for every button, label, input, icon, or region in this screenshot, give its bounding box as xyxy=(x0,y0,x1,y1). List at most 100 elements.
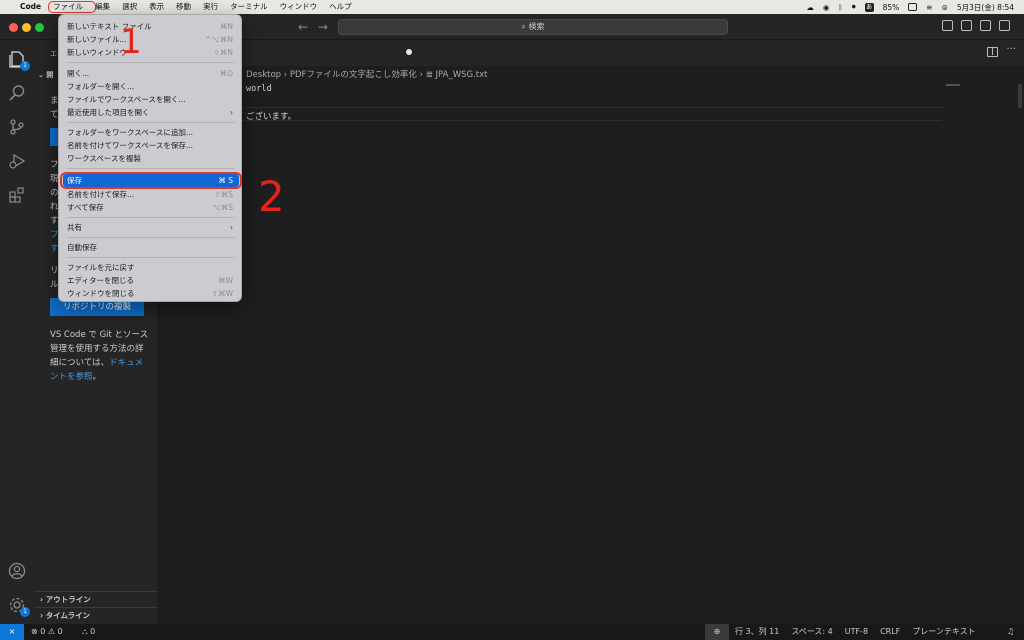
menu-file[interactable]: ファイル xyxy=(47,0,97,14)
menu-item-label: 名前を付けて保存... xyxy=(67,190,135,199)
problems-indicator[interactable]: ⊗ 0 ⚠ 0 xyxy=(31,624,63,640)
menu-item-label: フォルダーをワークスペースに追加... xyxy=(67,128,194,137)
toggle-secondary-sidebar-icon[interactable] xyxy=(980,20,991,31)
minimize-window-button[interactable] xyxy=(22,23,31,32)
menu-view[interactable]: 表示 xyxy=(143,0,170,14)
extensions-icon[interactable] xyxy=(8,186,26,204)
apple-icon[interactable] xyxy=(0,0,18,14)
text-editor[interactable]: world ございます。 xyxy=(158,80,1024,624)
menu-item-label: エディターを閉じる xyxy=(67,276,134,285)
menu-item-save-workspace-as[interactable]: 名前を付けてワークスペースを保存... xyxy=(63,139,239,152)
outline-label: アウトライン xyxy=(45,595,91,604)
menu-item-save-all[interactable]: すべて保存 ⌥⌘S xyxy=(63,201,239,214)
wifi-icon[interactable]: ≋ xyxy=(926,3,932,12)
menu-item-new-text-file[interactable]: 新しいテキスト ファイル ⌘N xyxy=(63,20,239,33)
cursor-position[interactable]: 行 3、列 11 xyxy=(735,624,779,640)
screen-share-icon[interactable]: ◉ xyxy=(823,3,830,12)
source-control-icon[interactable] xyxy=(8,118,26,136)
menu-item-new-file[interactable]: 新しいファイル... ^⌥⌘N xyxy=(63,33,239,46)
menu-item-share[interactable]: 共有 › xyxy=(63,221,239,234)
sidebar-section-label: 開 xyxy=(46,71,54,79)
menu-item-label: すべて保存 xyxy=(67,203,104,212)
menu-window[interactable]: ウィンドウ xyxy=(274,0,324,14)
notifications-bell-icon[interactable]: ♫ xyxy=(1007,624,1014,640)
menu-item-shortcut: ⌥⌘S xyxy=(212,203,233,212)
unsaved-dot-icon[interactable] xyxy=(406,49,412,55)
menu-item-save-as[interactable]: 名前を付けて保存... ⇧⌘S xyxy=(63,188,239,201)
record-icon[interactable]: ⏺ xyxy=(852,2,856,12)
search-icon[interactable] xyxy=(8,84,26,102)
menu-item-auto-save[interactable]: 自動保存 xyxy=(63,241,239,254)
indentation[interactable]: スペース: 4 xyxy=(791,624,832,640)
menu-item-close-editor[interactable]: エディターを閉じる ⌘W xyxy=(63,274,239,287)
menu-item-duplicate-workspace[interactable]: ワークスペースを複製 xyxy=(63,152,239,165)
menu-go[interactable]: 移動 xyxy=(170,0,197,14)
menu-item-shortcut: ⇧⌘S xyxy=(214,190,233,199)
sidebar-section-header[interactable]: ⌄ 開 xyxy=(38,70,53,80)
menu-item-label: フォルダーを開く... xyxy=(67,82,135,91)
forward-arrow-icon[interactable]: → xyxy=(318,20,328,34)
menu-selection[interactable]: 選択 xyxy=(116,0,143,14)
explorer-icon[interactable]: 1 xyxy=(8,50,30,71)
menu-item-shortcut: ⌘N xyxy=(219,22,233,31)
status-bar: ⨯ ⊗ 0 ⚠ 0 ⛬ 0 ⊕ 行 3、列 11 スペース: 4 UTF-8 C… xyxy=(0,624,1024,640)
split-editor-icon[interactable] xyxy=(987,47,998,57)
menu-item-label: ファイルを元に戻す xyxy=(67,263,135,272)
settings-gear-icon[interactable]: 1 xyxy=(8,596,30,617)
menu-item-label: ウィンドウを閉じる xyxy=(67,289,135,298)
menu-separator xyxy=(67,257,235,258)
encoding[interactable]: UTF-8 xyxy=(845,624,868,640)
menu-item-open-folder[interactable]: フォルダーを開く... xyxy=(63,80,239,93)
menu-item-shortcut: ⇧⌘W xyxy=(211,289,233,298)
account-icon[interactable] xyxy=(8,562,26,580)
minimap[interactable] xyxy=(946,84,960,86)
run-debug-icon[interactable] xyxy=(8,152,26,170)
menu-item-shortcut: ^⌥⌘N xyxy=(204,35,233,44)
menu-item-new-window[interactable]: 新しいウィンドウ ⇧⌘N xyxy=(63,46,239,59)
annotation-file-highlight xyxy=(48,1,97,13)
menu-help[interactable]: ヘルプ xyxy=(323,0,358,14)
customize-layout-icon[interactable] xyxy=(999,20,1010,31)
menu-item-add-folder-to-workspace[interactable]: フォルダーをワークスペースに追加... xyxy=(63,126,239,139)
zoom-window-button[interactable] xyxy=(35,23,44,32)
menu-item-open-workspace[interactable]: ファイルでワークスペースを開く... xyxy=(63,93,239,106)
annotation-save-highlight xyxy=(60,172,242,189)
end-of-line[interactable]: CRLF xyxy=(880,624,900,640)
timeline-panel-header[interactable]: › タイムライン xyxy=(34,607,158,623)
menu-item-open-recent[interactable]: 最近使用した項目を開く › xyxy=(63,106,239,119)
cloud-icon[interactable]: ☁ xyxy=(806,3,814,12)
macos-menubar: Code ファイル 編集 選択 表示 移動 実行 ターミナル ウィンドウ ヘルプ… xyxy=(0,0,1024,14)
toggle-sidebar-icon[interactable] xyxy=(942,20,953,31)
battery-icon[interactable] xyxy=(908,3,918,11)
zoom-icon[interactable]: ⊕ xyxy=(705,624,729,640)
menu-item-open[interactable]: 開く... ⌘O xyxy=(63,67,239,80)
menu-item-label: 最近使用した項目を開く xyxy=(67,108,150,117)
clock[interactable]: 5月3日(金) 8:54 xyxy=(957,2,1014,13)
menu-app-code[interactable]: Code xyxy=(18,0,47,14)
menu-item-close-window[interactable]: ウィンドウを閉じる ⇧⌘W xyxy=(63,287,239,300)
language-mode[interactable]: プレーンテキスト xyxy=(912,624,975,640)
menu-separator xyxy=(67,122,235,123)
editor-line-3: ございます。 xyxy=(246,112,297,122)
control-center-icon[interactable]: ⊜ xyxy=(942,3,948,12)
menu-item-label: 自動保存 xyxy=(67,243,97,252)
input-method-icon[interactable]: あ xyxy=(864,2,874,12)
menu-item-label: ファイルでワークスペースを開く... xyxy=(67,95,186,104)
scrollbar[interactable] xyxy=(1018,84,1022,108)
outline-panel-header[interactable]: › アウトライン xyxy=(34,591,158,607)
menu-separator xyxy=(67,168,235,169)
breadcrumb[interactable]: Desktop › PDFファイルの文字起こし効率化 › ≣ JPA_WSG.t… xyxy=(246,68,487,80)
bluetooth-icon[interactable]: ᛒ xyxy=(838,3,843,12)
activity-bar: 1 1 xyxy=(0,40,34,624)
more-actions-icon[interactable]: ··· xyxy=(1006,44,1016,55)
menu-run[interactable]: 実行 xyxy=(197,0,224,14)
command-search-box[interactable]: ⌕ 検索 xyxy=(338,19,728,35)
menu-item-revert-file[interactable]: ファイルを元に戻す xyxy=(63,261,239,274)
remote-indicator-icon[interactable]: ⨯ xyxy=(0,624,24,640)
close-window-button[interactable] xyxy=(9,23,18,32)
menu-terminal[interactable]: ターミナル xyxy=(224,0,274,14)
ports-indicator[interactable]: ⛬ 0 xyxy=(82,624,95,640)
toggle-panel-icon[interactable] xyxy=(961,20,972,31)
back-arrow-icon[interactable]: ← xyxy=(298,20,308,34)
menu-item-label: ワークスペースを複製 xyxy=(67,154,141,163)
